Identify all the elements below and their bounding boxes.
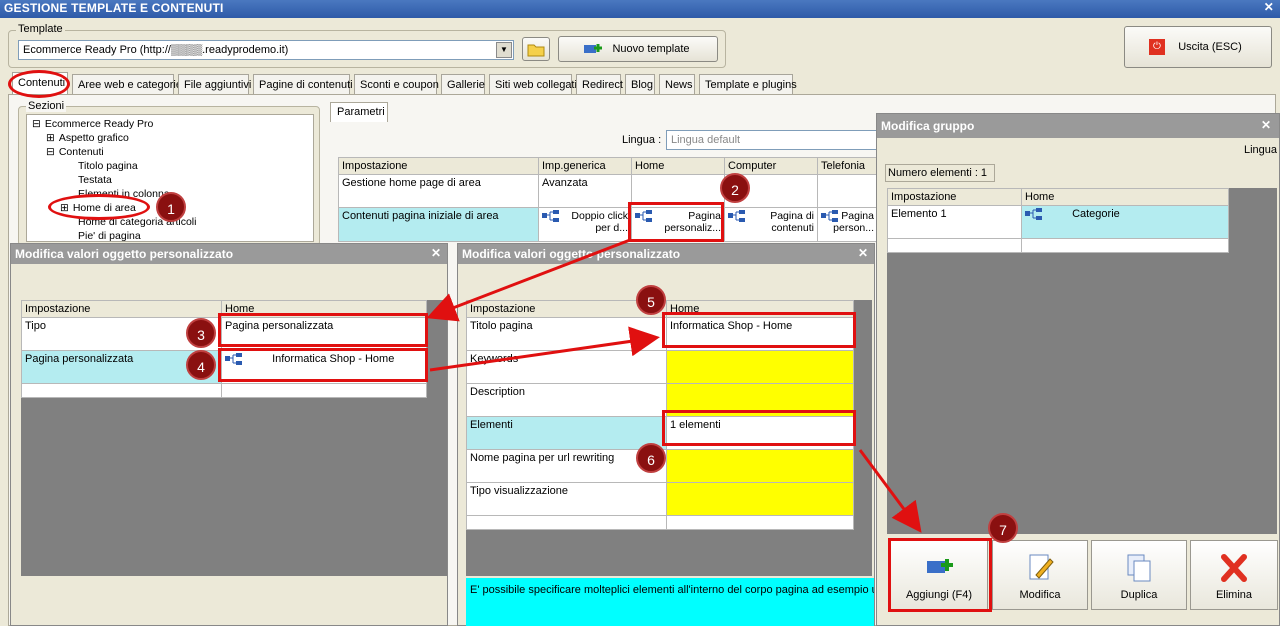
step-badge-1: 1 xyxy=(156,192,186,222)
step-badge-5: 5 xyxy=(636,285,666,315)
step-badge-6: 6 xyxy=(636,443,666,473)
step-badge-2: 2 xyxy=(720,173,750,203)
step-badge-3: 3 xyxy=(186,318,216,348)
step-badge-7: 7 xyxy=(988,513,1018,543)
step-badge-4: 4 xyxy=(186,350,216,380)
annotation-arrows xyxy=(426,238,922,533)
